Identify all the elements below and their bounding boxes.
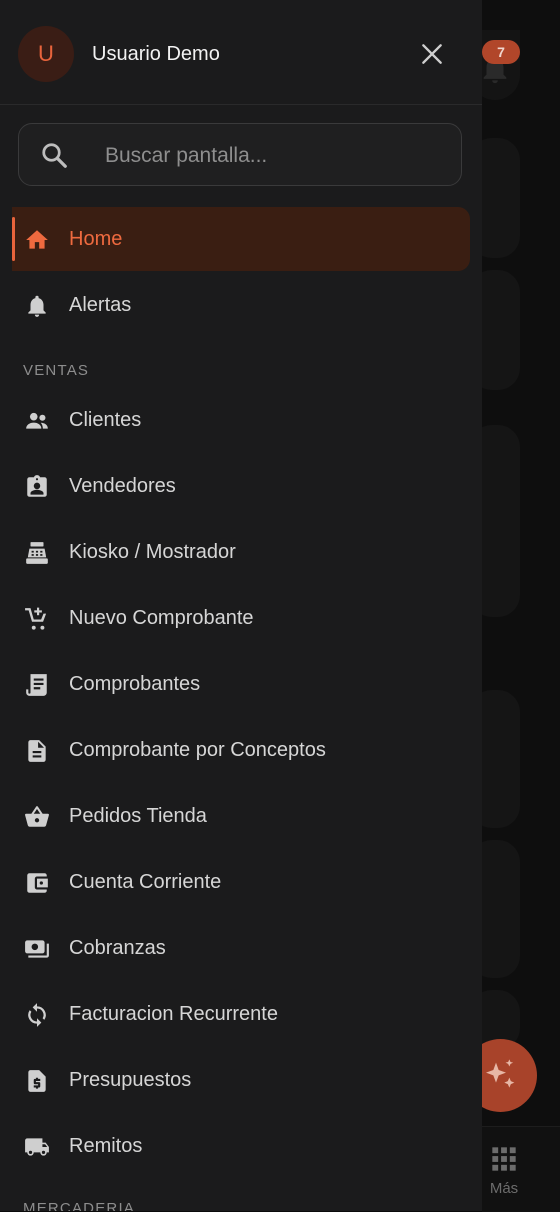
nav-item-label: Nuevo Comprobante [69, 607, 254, 629]
basket-icon [24, 804, 50, 830]
nav-item-alertas[interactable]: Alertas [0, 273, 470, 337]
quote-icon [24, 1068, 50, 1094]
active-indicator [12, 217, 15, 261]
home-icon [24, 227, 50, 253]
section-title-mercaderia: MERCADERIA [23, 1200, 136, 1211]
navigation-drawer: U Usuario Demo Home Alertas VENTAS Clien… [0, 0, 482, 1211]
nav-item-clientes[interactable]: Clientes [0, 388, 470, 452]
nav-item-label: Facturacion Recurrente [69, 1003, 278, 1025]
bell-icon [24, 293, 50, 319]
nav-item-label: Vendedores [69, 475, 176, 497]
nav-item-label: Cuenta Corriente [69, 871, 222, 893]
section-title-ventas: VENTAS [23, 362, 90, 379]
nav-item-pedidos-tienda[interactable]: Pedidos Tienda [0, 784, 470, 848]
nav-item-label: Clientes [69, 409, 142, 431]
user-name: Usuario Demo [92, 43, 220, 65]
nav-item-label: Alertas [69, 294, 132, 316]
nav-item-kiosko-mostrador[interactable]: Kiosko / Mostrador [0, 520, 470, 584]
search-box[interactable] [18, 123, 462, 187]
drawer-header: U Usuario Demo [0, 0, 482, 105]
nav-item-label: Presupuestos [69, 1069, 192, 1091]
people-icon [24, 408, 50, 434]
nav-item-vendedores[interactable]: Vendedores [0, 454, 470, 518]
truck-icon [24, 1134, 50, 1160]
sync-icon [24, 1002, 50, 1028]
close-button[interactable] [416, 38, 448, 70]
nav-item-comprobantes[interactable]: Comprobantes [0, 652, 470, 716]
nav-item-label: Home [69, 228, 123, 250]
wallet-icon [24, 870, 50, 896]
nav-item-label: Pedidos Tienda [69, 805, 207, 827]
more-tab-label[interactable]: Más [482, 1180, 526, 1197]
nav-item-cuenta-corriente[interactable]: Cuenta Corriente [0, 850, 470, 914]
search-input[interactable] [103, 124, 447, 187]
close-icon [422, 44, 442, 64]
avatar[interactable]: U [18, 26, 74, 82]
nav-item-home[interactable]: Home [12, 207, 470, 271]
nav-item-facturacion-recurrente[interactable]: Facturacion Recurrente [0, 982, 470, 1046]
nav-item-remitos[interactable]: Remitos [0, 1114, 470, 1178]
search-icon [42, 143, 67, 168]
notification-count-badge: 7 [482, 40, 520, 64]
add-cart-icon [24, 606, 50, 632]
nav-item-comprobante-por-conceptos[interactable]: Comprobante por Conceptos [0, 718, 470, 782]
nav-item-cobranzas[interactable]: Cobranzas [0, 916, 470, 980]
cash-register-icon [24, 540, 50, 566]
badge-icon [24, 474, 50, 500]
nav-item-label: Comprobante por Conceptos [69, 739, 326, 761]
document-icon [24, 738, 50, 764]
nav-item-presupuestos[interactable]: Presupuestos [0, 1048, 470, 1112]
nav-item-label: Comprobantes [69, 673, 201, 695]
sparkles-icon [485, 1058, 514, 1088]
receipt-icon [24, 672, 50, 698]
payments-icon [24, 936, 50, 962]
nav-item-label: Remitos [69, 1135, 143, 1157]
apps-grid-icon[interactable] [490, 1145, 518, 1173]
nav-item-label: Cobranzas [69, 937, 166, 959]
nav-item-nuevo-comprobante[interactable]: Nuevo Comprobante [0, 586, 470, 650]
nav-item-label: Kiosko / Mostrador [69, 541, 236, 563]
